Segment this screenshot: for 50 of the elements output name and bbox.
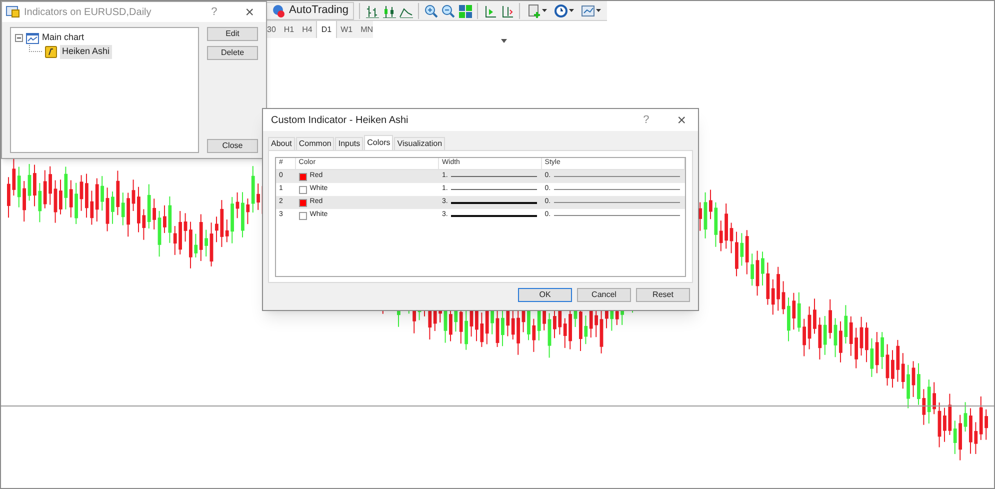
timeframe-tab[interactable]: MN [356, 21, 378, 38]
zoom-out-icon[interactable] [440, 4, 455, 18]
indicator-icon [45, 46, 57, 58]
template-icon [580, 4, 595, 18]
tree-item[interactable]: Heiken Ashi [60, 45, 112, 59]
dialog-button[interactable]: OK [518, 288, 572, 302]
dialog-button[interactable]: Reset [636, 288, 690, 302]
chart-shift-marker-icon[interactable] [501, 39, 507, 43]
zoom-in-icon[interactable] [424, 4, 438, 18]
dialog-button[interactable]: Cancel [577, 288, 631, 302]
dialog-icon [6, 6, 20, 18]
help-button[interactable]: ? [635, 112, 658, 128]
timeframe-tab[interactable]: H1 [280, 21, 298, 38]
color-swatch[interactable] [298, 212, 307, 220]
color-swatch[interactable] [298, 198, 307, 206]
add-indicator-icon [526, 4, 541, 18]
timeframe-tab[interactable]: 30 [263, 21, 280, 38]
dropdown-button[interactable] [552, 2, 576, 20]
chart-shift-icon[interactable] [482, 4, 497, 18]
timeframe-tab[interactable]: H4 [298, 21, 316, 38]
expander-icon[interactable] [15, 34, 23, 42]
caret-icon [542, 9, 547, 12]
bar-chart-icon[interactable] [364, 4, 379, 18]
dialog-button[interactable]: Close [207, 139, 258, 153]
tile-windows-icon[interactable] [458, 4, 472, 18]
close-button[interactable]: × [677, 112, 686, 128]
caret-icon [568, 9, 574, 12]
candlestick-icon[interactable] [382, 4, 396, 18]
close-button[interactable]: × [245, 4, 254, 20]
color-swatch[interactable] [298, 172, 307, 180]
dialog-tab[interactable]: Colors [364, 135, 394, 150]
timeframe-tab[interactable]: W1 [336, 21, 357, 38]
color-swatch[interactable] [298, 186, 307, 194]
autoscroll-icon[interactable] [500, 4, 514, 18]
tree-item[interactable]: Main chart [42, 31, 84, 45]
robot-icon [271, 4, 285, 18]
dialog-tab[interactable]: About [268, 137, 295, 150]
clock-icon [554, 4, 568, 18]
timeframe-tab[interactable]: D1 [316, 21, 337, 38]
window-title: Indicators on EURUSD,Daily [24, 6, 152, 20]
help-button[interactable]: ? [203, 4, 226, 20]
caret-icon [596, 9, 601, 12]
dialog-tab[interactable]: Common [296, 137, 334, 150]
dialog-button[interactable]: Edit [207, 27, 258, 41]
dialog-tab[interactable]: Visualization [394, 137, 446, 150]
dialog-button[interactable]: Delete [207, 46, 258, 60]
chart-window-icon [26, 32, 39, 44]
dialog-tab[interactable]: Inputs [335, 137, 364, 150]
window-title: Custom Indicator - Heiken Ashi [271, 114, 410, 128]
autotrading-button[interactable]: AutoTrading [266, 2, 354, 20]
